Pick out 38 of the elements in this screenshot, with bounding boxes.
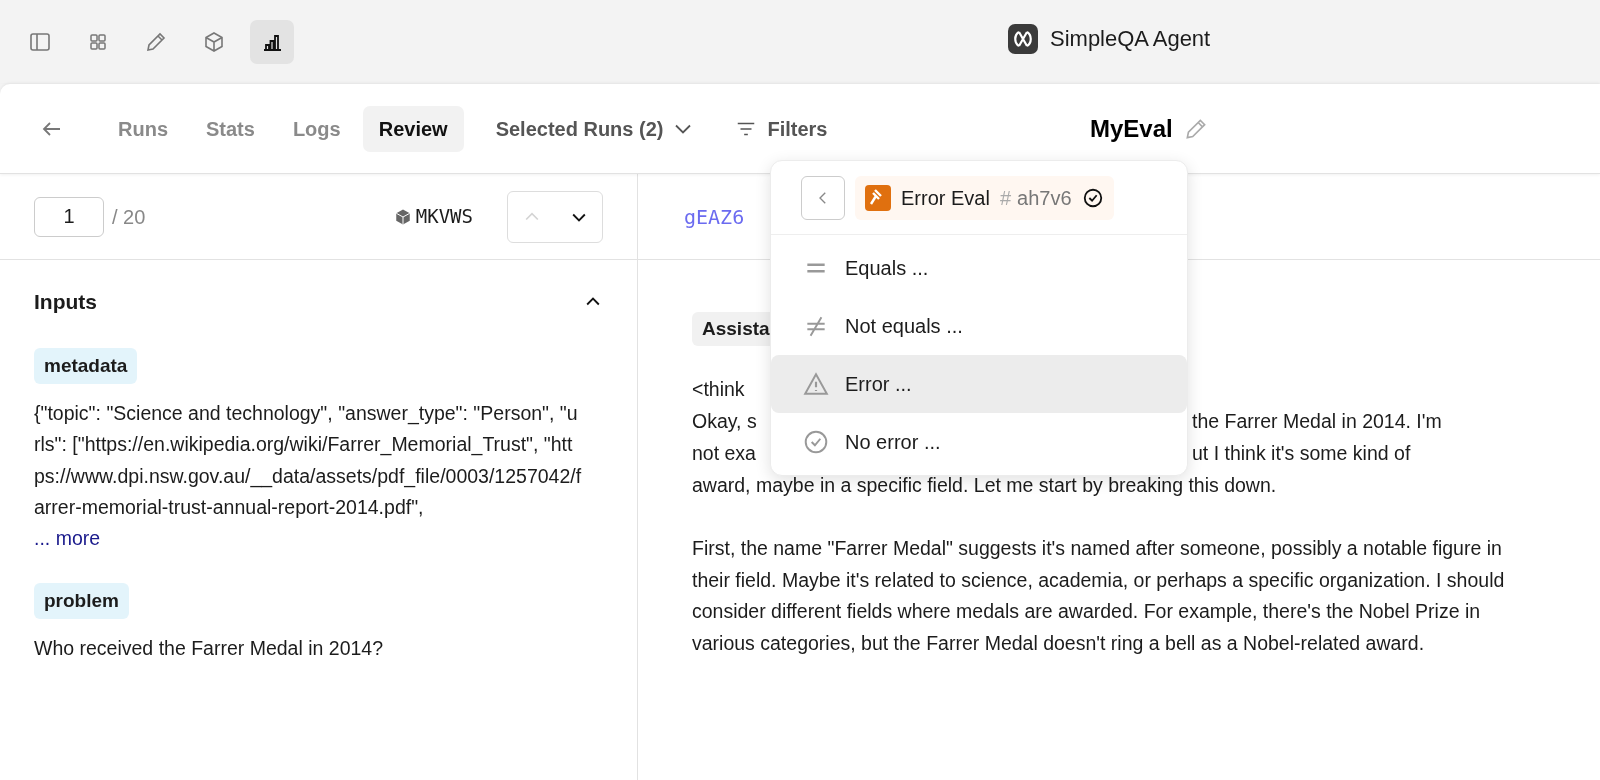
- field-value: Who received the Farrer Medal in 2014?: [34, 635, 384, 661]
- section-title: Inputs: [34, 289, 97, 315]
- filters-button[interactable]: Filters: [735, 113, 828, 144]
- cube-icon: [393, 207, 412, 226]
- check-circle-icon: [803, 429, 829, 455]
- selected-runs-dropdown[interactable]: Selected Runs (2): [495, 113, 692, 144]
- text-fragment: ut I think it's some kind of: [1192, 441, 1411, 466]
- eval-name: MyEval: [1090, 114, 1173, 144]
- tab[interactable]: Review: [362, 105, 464, 152]
- chevron-down-icon: [675, 123, 692, 134]
- paragraph: award, maybe in a specific field. Let me start by breaking this down.: [692, 473, 1278, 498]
- more-link[interactable]: ... more: [34, 523, 101, 553]
- warning-icon: [803, 371, 829, 397]
- back-button[interactable]: [801, 175, 845, 220]
- hash-symbol: #: [999, 185, 1012, 211]
- sample-id: MKVWS: [415, 204, 473, 230]
- paragraph: First, the name "Farrer Medal" suggests it's named after someone, possibly a notable figure in their field. Maybe it's related to science, academia, or perhaps a specific organization. I should consider different fields where medals are awarded. For example, there's the Nobel Prize in various categories, but the Farrer Medal doesn't ring a bell as a Nobel-related award.: [692, 536, 1506, 656]
- gavel-icon: [865, 184, 891, 211]
- text-fragment: <think: [692, 378, 745, 400]
- eval-name: Error Eval: [901, 185, 990, 211]
- window-title: SimpleQA Agent: [1050, 25, 1211, 53]
- text-fragment: Okay, s: [692, 410, 757, 432]
- text-fragment: the Farrer Medal in 2014. I'm: [1192, 409, 1442, 434]
- app-logo-icon: [1008, 23, 1038, 54]
- check-circle-icon: [1081, 186, 1104, 209]
- page-number-field[interactable]: 1: [34, 196, 104, 237]
- field-key-badge: problem: [34, 582, 129, 619]
- cube-icon: [202, 30, 226, 54]
- sidebar-icon: [28, 30, 52, 54]
- menu-item[interactable]: Error ...: [771, 355, 1187, 413]
- page-total: / 20: [112, 204, 146, 230]
- field-key-badge: metadata: [34, 347, 138, 384]
- pencil-icon: [144, 30, 168, 54]
- run-id-link[interactable]: gEAZ6: [684, 201, 745, 232]
- toolbar-button[interactable]: [250, 20, 294, 64]
- text-fragment: not exa: [692, 442, 756, 464]
- eval-id: ah7v6: [1017, 185, 1072, 211]
- field-value: {"topic": "Science and technology", "answer_type": "Person", "urls": ["https://en.wikipedia.org/wiki/Farrer_Memorial_Trust", "https://www.dpi.nsw.gov.au/__data/assets/pdf_file/0003/1257042/farrer-memorial-trust-annual-report-2014.pdf",: [34, 400, 582, 520]
